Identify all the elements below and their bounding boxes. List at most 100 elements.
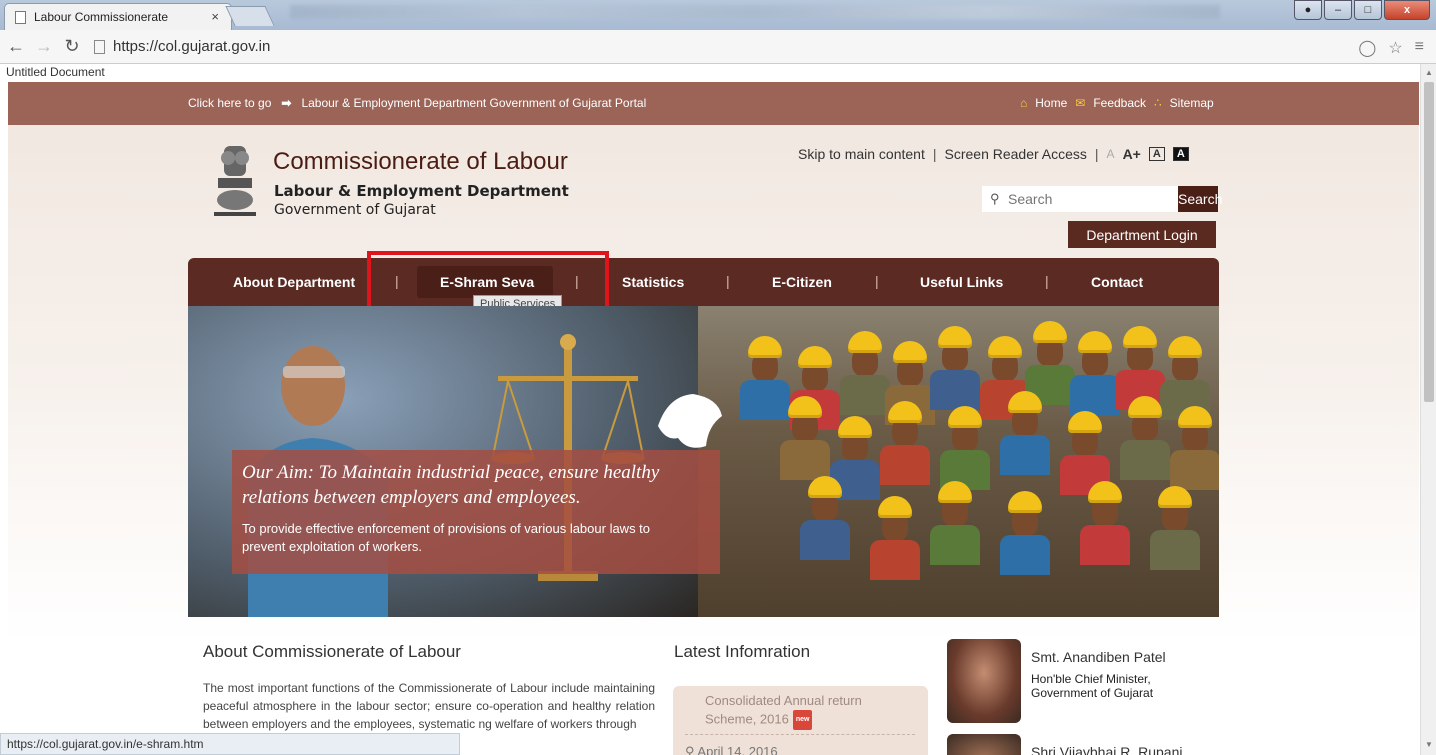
worker-shirt	[1000, 535, 1050, 575]
skip-link[interactable]: Skip to main content	[798, 146, 925, 162]
new-badge: new	[792, 710, 813, 730]
scroll-thumb[interactable]	[1424, 82, 1434, 402]
sitemap-icon: ∴	[1154, 96, 1162, 110]
department-name: Labour & Employment Department	[274, 182, 569, 200]
nav-contact[interactable]: Contact	[1091, 274, 1143, 290]
browser-tab-bar: Labour Commissionerate × ● – □ x	[0, 0, 1436, 30]
separator: |	[1094, 146, 1099, 162]
aim-title: Our Aim: To Maintain industrial peace, e…	[242, 462, 660, 508]
reload-icon[interactable]: ↻	[60, 36, 84, 57]
aim-box: Our Aim: To Maintain industrial peace, e…	[232, 450, 720, 574]
main-nav: About Department | E-Shram Seva | Statis…	[188, 258, 1219, 306]
minimize-button[interactable]: –	[1324, 0, 1352, 20]
worker-shirt	[1120, 440, 1170, 480]
divider	[685, 734, 915, 735]
latest-date-text: April 14, 2016	[697, 744, 778, 755]
top-strip: Click here to go ➡ Labour & Employment D…	[8, 82, 1419, 125]
click-here-label: Click here to go	[188, 96, 272, 110]
page-icon	[94, 39, 105, 54]
shield-icon[interactable]: ◯	[1358, 38, 1376, 58]
maximize-button[interactable]: □	[1354, 0, 1382, 20]
url-field[interactable]: https://col.gujarat.gov.in	[94, 38, 270, 55]
worker-shirt	[880, 445, 930, 485]
font-decrease-button[interactable]: A	[1107, 147, 1115, 161]
url-text: https://col.gujarat.gov.in	[113, 38, 271, 55]
status-bar: https://col.gujarat.gov.in/e-shram.htm	[0, 733, 460, 755]
worker-shirt	[930, 525, 980, 565]
separator: |	[932, 146, 937, 162]
hero-banner: Our Aim: To Maintain industrial peace, e…	[188, 306, 1219, 617]
minister-photo	[947, 734, 1021, 755]
worker-shirt	[1070, 375, 1120, 415]
worker-shirt	[840, 375, 890, 415]
worker-shirt	[800, 520, 850, 560]
worker-shirt	[930, 370, 980, 410]
worker-shirt	[870, 540, 920, 580]
address-bar: ← → ↻ https://col.gujarat.gov.in	[0, 30, 1436, 64]
worker-shirt	[1080, 525, 1130, 565]
close-window-button[interactable]: x	[1384, 0, 1430, 20]
worker-shirt	[1170, 450, 1219, 490]
screen-reader-link[interactable]: Screen Reader Access	[945, 146, 1087, 162]
leader-name: Smt. Anandiben Patel	[1031, 649, 1166, 665]
nav-statistics[interactable]: Statistics	[622, 274, 684, 290]
browser-actions: ◯ ☆ ≡	[1358, 38, 1424, 58]
arrow-right-icon: ➡	[281, 96, 292, 110]
gujarat-map-image	[658, 394, 722, 448]
scroll-up-icon[interactable]: ▲	[1425, 68, 1433, 77]
latest-info-box: Consolidated Annual return Scheme, 2016 n…	[673, 686, 928, 755]
search-button[interactable]: Search	[1178, 186, 1222, 212]
forward-icon[interactable]: →	[32, 36, 56, 57]
worker-shirt	[780, 440, 830, 480]
star-icon[interactable]: ☆	[1388, 38, 1402, 58]
latest-date: ⚲ April 14, 2016	[685, 744, 778, 755]
about-text: The most important functions of the Comm…	[203, 681, 655, 731]
leader-role: Hon'ble Chief Minister, Government of Gu…	[1031, 672, 1154, 700]
nav-e-citizen[interactable]: E-Citizen	[772, 274, 832, 290]
menu-icon[interactable]: ≡	[1415, 38, 1424, 58]
accessibility-bar: Skip to main content | Screen Reader Acc…	[798, 146, 1189, 162]
leader-name-2: Shri Vijaybhai R. Rupani	[1031, 744, 1183, 755]
emblem-logo	[214, 146, 256, 216]
back-icon[interactable]: ←	[4, 36, 28, 57]
browser-tab[interactable]: Labour Commissionerate ×	[4, 3, 232, 30]
latest-item-text: Consolidated Annual return Scheme, 2016	[705, 693, 862, 727]
home-icon: ⌂	[1020, 96, 1028, 110]
site-title[interactable]: Commissionerate of Labour	[273, 148, 568, 176]
scroll-down-icon[interactable]: ▼	[1425, 740, 1433, 749]
home-link[interactable]: Home	[1035, 96, 1067, 110]
blurred-background	[290, 5, 1220, 19]
mail-icon: ✉	[1075, 96, 1086, 110]
nav-separator: |	[1045, 273, 1049, 289]
search-icon: ⚲	[990, 191, 1000, 206]
sitemap-link[interactable]: Sitemap	[1170, 96, 1214, 110]
tab-title: Labour Commissionerate	[34, 10, 169, 24]
search-form: ⚲ Search	[982, 186, 1222, 212]
department-login-button[interactable]: Department Login	[1068, 221, 1216, 248]
latest-item[interactable]: Consolidated Annual return Scheme, 2016 n…	[705, 692, 905, 730]
document-title: Untitled Document	[6, 65, 105, 79]
aim-text: To provide effective enforcement of prov…	[242, 521, 651, 554]
chief-minister-photo	[947, 639, 1021, 723]
government-name: Government of Gujarat	[274, 202, 436, 218]
worker-shirt	[1150, 530, 1200, 570]
latest-title: Latest Infomration	[674, 642, 811, 661]
worker-shirt	[1000, 435, 1050, 475]
new-tab-button[interactable]	[225, 6, 275, 26]
web-page: Click here to go ➡ Labour & Employment D…	[8, 82, 1419, 755]
search-input[interactable]	[982, 186, 1178, 212]
scrollbar[interactable]: ▲ ▼	[1420, 64, 1436, 755]
worker-shirt	[740, 380, 790, 420]
window-controls: ● – □ x	[1294, 0, 1430, 20]
feedback-link[interactable]: Feedback	[1093, 96, 1146, 110]
nav-about-department[interactable]: About Department	[233, 274, 355, 290]
nav-useful-links[interactable]: Useful Links	[920, 274, 1003, 290]
user-icon[interactable]: ●	[1294, 0, 1322, 20]
portal-link[interactable]: Labour & Employment Department Governmen…	[301, 96, 646, 110]
about-title: About Commissionerate of Labour	[203, 642, 461, 661]
tab-close-icon[interactable]: ×	[211, 9, 219, 24]
nav-separator: |	[726, 273, 730, 289]
contrast-light-button[interactable]: A	[1148, 147, 1165, 161]
contrast-dark-button[interactable]: A	[1172, 147, 1189, 161]
font-increase-button[interactable]: A+	[1123, 146, 1141, 162]
